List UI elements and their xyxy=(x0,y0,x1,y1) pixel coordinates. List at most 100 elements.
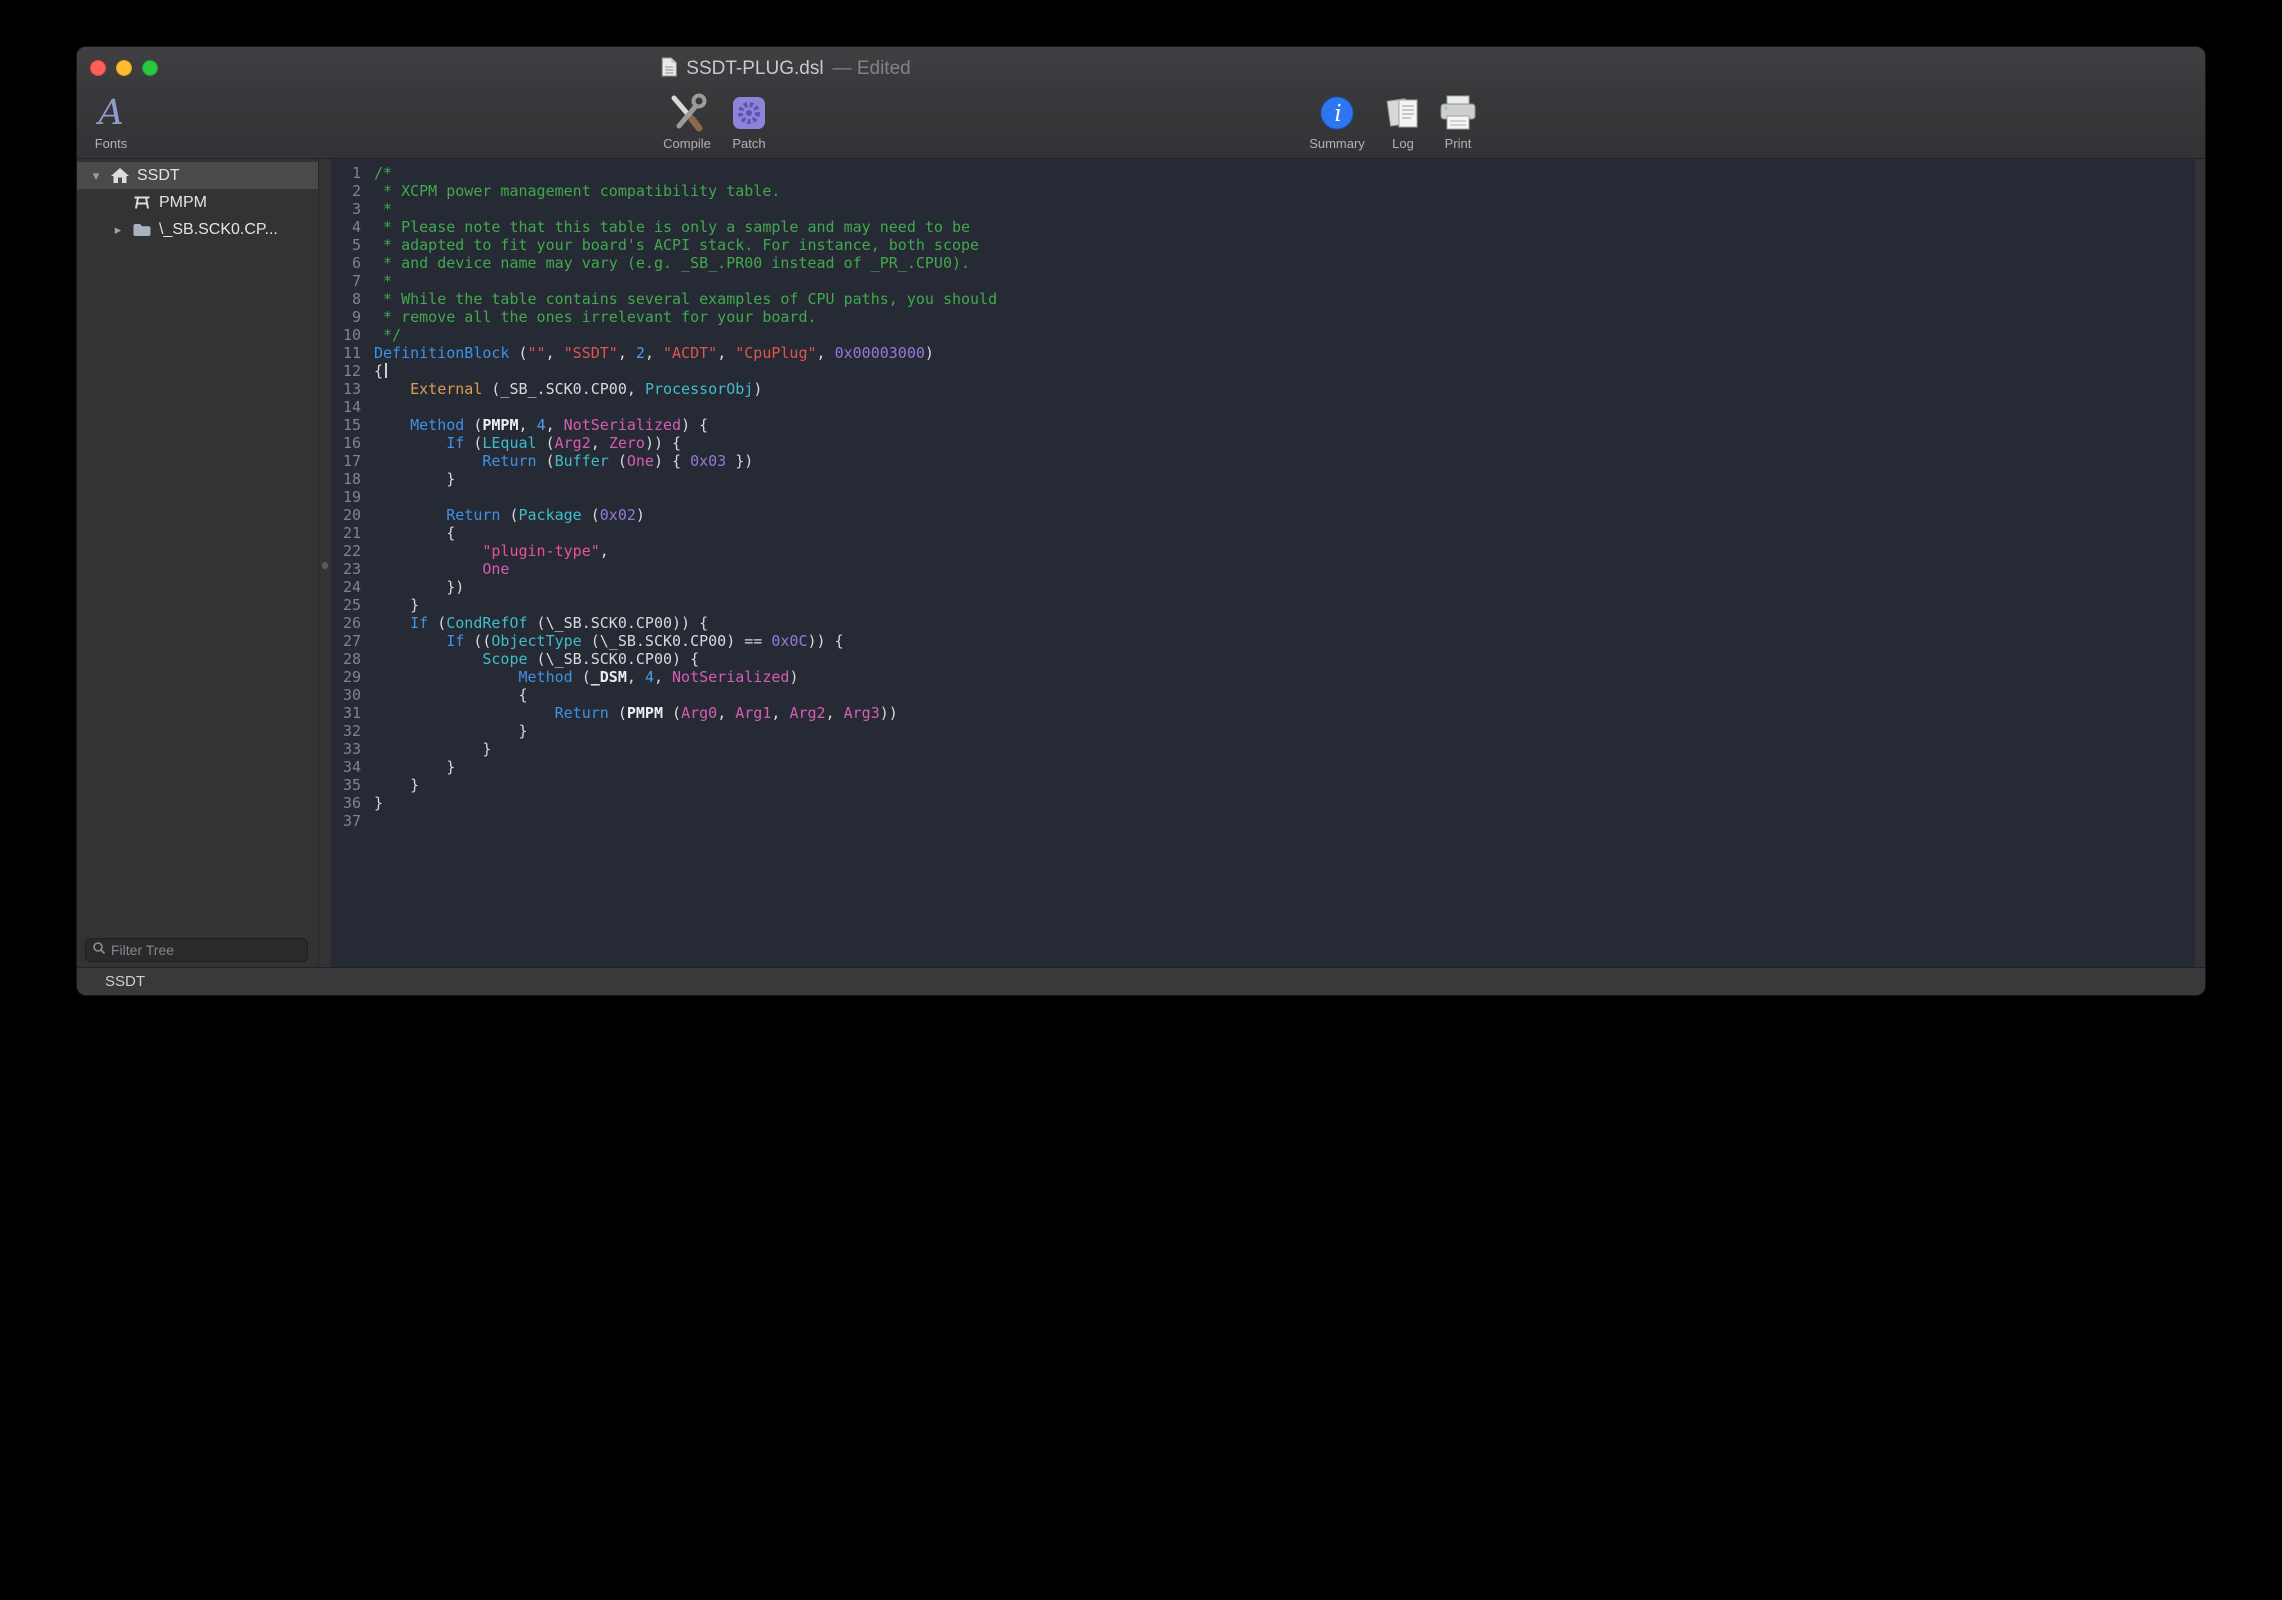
code-token: If xyxy=(446,632,464,650)
splitter-handle[interactable] xyxy=(322,562,328,569)
fonts-icon: A xyxy=(98,91,123,135)
main-split-view: ▾SSDTPMPM▸\_SB.SCK0.CP... 12345678910111… xyxy=(77,159,2205,967)
disclosure-triangle-icon[interactable]: ▸ xyxy=(107,222,129,238)
code-token: Return xyxy=(555,704,609,722)
close-button[interactable] xyxy=(90,60,106,76)
patch-gear-icon xyxy=(730,91,768,135)
code-token: ( xyxy=(464,434,482,452)
code-token: Arg2 xyxy=(789,704,825,722)
code-token: , xyxy=(591,434,609,452)
line-number: 21 xyxy=(331,524,361,542)
code-token: Method xyxy=(519,668,573,686)
code-token: , xyxy=(627,668,645,686)
disclosure-triangle-icon[interactable]: ▾ xyxy=(85,168,107,184)
minimize-button[interactable] xyxy=(116,60,132,76)
code-token: , xyxy=(717,344,735,362)
code-token: 0x00003000 xyxy=(835,344,925,362)
code-token: Zero xyxy=(609,434,645,452)
code-line: External (_SB_.SCK0.CP00, ProcessorObj) xyxy=(374,380,2195,398)
code-line: Method (_DSM, 4, NotSerialized) xyxy=(374,668,2195,686)
code-token: PMPM xyxy=(482,416,518,434)
line-number: 35 xyxy=(331,776,361,794)
line-number: 9 xyxy=(331,308,361,326)
code-token: ( xyxy=(537,452,555,470)
code-line: * remove all the ones irrelevant for you… xyxy=(374,308,2195,326)
line-number: 29 xyxy=(331,668,361,686)
code-line: } xyxy=(374,596,2195,614)
filter-field[interactable] xyxy=(85,938,308,962)
line-number: 5 xyxy=(331,236,361,254)
line-number: 11 xyxy=(331,344,361,362)
code-token: , xyxy=(546,416,564,434)
tree-item-pmpm[interactable]: PMPM xyxy=(77,189,318,216)
filter-input[interactable] xyxy=(111,942,301,958)
code-editor[interactable]: 1234567891011121314151617181920212223242… xyxy=(331,159,2195,967)
code-token: } xyxy=(374,740,491,758)
line-number: 33 xyxy=(331,740,361,758)
code-token xyxy=(374,506,446,524)
print-button[interactable]: Print xyxy=(1403,91,1513,151)
svg-text:i: i xyxy=(1334,101,1341,127)
tree-item-ssdt[interactable]: ▾SSDT xyxy=(77,162,318,189)
tree-item-label: PMPM xyxy=(159,194,207,212)
code-token: NotSerialized xyxy=(564,416,681,434)
code-token xyxy=(374,416,410,434)
line-number: 28 xyxy=(331,650,361,668)
window-title-text: SSDT-PLUG.dsl xyxy=(686,58,823,80)
code-token: 0x0C xyxy=(771,632,807,650)
code-token: ( xyxy=(609,452,627,470)
code-line: * Please note that this table is only a … xyxy=(374,218,2195,236)
code-line: Return (PMPM (Arg0, Arg1, Arg2, Arg3)) xyxy=(374,704,2195,722)
code-token: If xyxy=(410,614,428,632)
line-number: 2 xyxy=(331,182,361,200)
splitter[interactable] xyxy=(319,159,331,967)
code-token: ( xyxy=(582,506,600,524)
zoom-button[interactable] xyxy=(142,60,158,76)
code-token: ) { xyxy=(654,452,690,470)
code-token xyxy=(374,452,482,470)
patch-button[interactable]: Patch xyxy=(694,91,804,151)
code-token: 4 xyxy=(537,416,546,434)
line-number: 27 xyxy=(331,632,361,650)
tree-item-sb-sck0-cp[interactable]: ▸\_SB.SCK0.CP... xyxy=(77,216,318,243)
code-token: * XCPM power management compatibility ta… xyxy=(374,182,780,200)
code-token: NotSerialized xyxy=(672,668,789,686)
code-lines[interactable]: /* * XCPM power management compatibility… xyxy=(361,164,2195,967)
code-token: )) { xyxy=(645,434,681,452)
code-token: Arg2 xyxy=(555,434,591,452)
code-line: If (CondRefOf (\_SB.SCK0.CP00)) { xyxy=(374,614,2195,632)
code-token xyxy=(374,614,410,632)
status-bar: SSDT xyxy=(77,967,2205,995)
code-token: 2 xyxy=(636,344,645,362)
code-token: Package xyxy=(519,506,582,524)
code-token: "" xyxy=(528,344,546,362)
document-icon xyxy=(661,57,677,82)
code-token: , xyxy=(618,344,636,362)
titlebar[interactable]: SSDT-PLUG.dsl — Edited xyxy=(77,47,2205,91)
text-caret xyxy=(385,363,387,378)
code-token: 4 xyxy=(645,668,654,686)
code-token: * remove all the ones irrelevant for you… xyxy=(374,308,817,326)
code-line: }) xyxy=(374,578,2195,596)
code-line: { xyxy=(374,524,2195,542)
code-token: PMPM xyxy=(627,704,663,722)
code-line: */ xyxy=(374,326,2195,344)
fonts-button[interactable]: A Fonts xyxy=(76,91,166,151)
line-number: 32 xyxy=(331,722,361,740)
sidebar: ▾SSDT PMPM ▸\_SB.SCK0.CP... xyxy=(77,159,319,967)
code-token: ProcessorObj xyxy=(645,380,753,398)
code-token: , xyxy=(645,344,663,362)
code-token xyxy=(374,542,482,560)
code-token: 0x02 xyxy=(600,506,636,524)
code-token: } xyxy=(374,722,528,740)
line-number: 23 xyxy=(331,560,361,578)
code-token: ( xyxy=(428,614,446,632)
code-token: "ACDT" xyxy=(663,344,717,362)
line-number: 36 xyxy=(331,794,361,812)
code-token: } xyxy=(374,470,455,488)
code-token: LEqual xyxy=(482,434,536,452)
code-line: * XCPM power management compatibility ta… xyxy=(374,182,2195,200)
code-token: Buffer xyxy=(555,452,609,470)
code-token: ( xyxy=(573,668,591,686)
code-token: ) { xyxy=(681,416,708,434)
